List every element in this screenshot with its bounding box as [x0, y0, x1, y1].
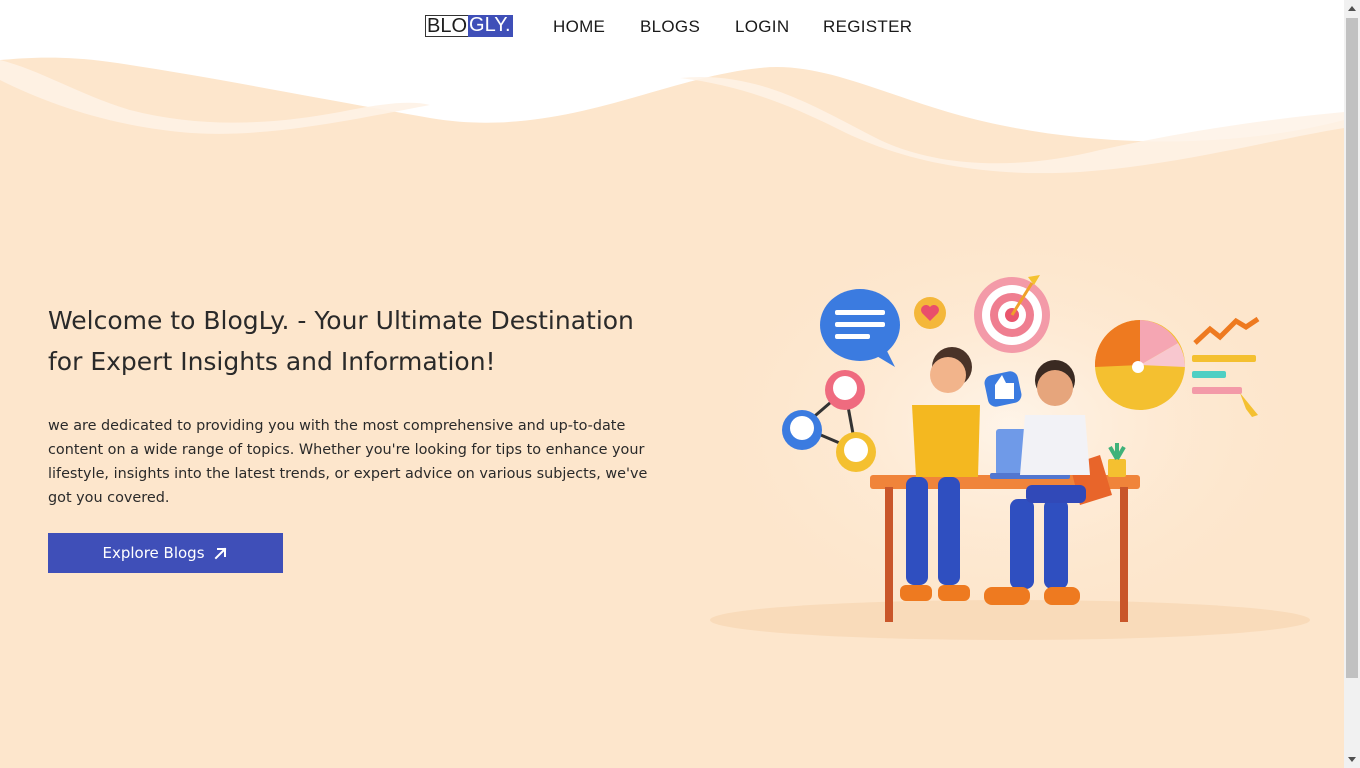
landing-page: BLO GLY. HOME BLOGS LOGIN REGISTER Welco…: [0, 0, 1344, 768]
nav-login-link[interactable]: LOGIN: [735, 17, 789, 37]
nav-home-link[interactable]: HOME: [553, 17, 605, 37]
brand-logo[interactable]: BLO GLY.: [425, 15, 513, 37]
vertical-scrollbar[interactable]: [1344, 0, 1360, 768]
hero-title: Welcome to BlogLy. - Your Ultimate Desti…: [48, 306, 634, 376]
pie-chart-icon: [1094, 320, 1185, 410]
hero-illustration: [690, 215, 1330, 645]
top-navigation: BLO GLY. HOME BLOGS LOGIN REGISTER: [0, 14, 1344, 40]
nav-register-link[interactable]: REGISTER: [823, 17, 912, 37]
scroll-up-arrow-icon[interactable]: [1344, 0, 1360, 16]
explore-blogs-label: Explore Blogs: [102, 544, 205, 562]
hero-description: we are dedicated to providing you with t…: [48, 418, 648, 506]
scrollbar-thumb[interactable]: [1346, 18, 1358, 678]
logo-text-part2: GLY.: [468, 14, 513, 37]
explore-blogs-button[interactable]: Explore Blogs: [48, 533, 283, 573]
logo-text-part1: BLO: [425, 15, 469, 37]
nav-blogs-link[interactable]: BLOGS: [640, 17, 700, 37]
heart-icon: [914, 297, 946, 329]
scroll-down-arrow-icon[interactable]: [1344, 752, 1360, 768]
arrow-up-right-icon: [214, 547, 226, 560]
